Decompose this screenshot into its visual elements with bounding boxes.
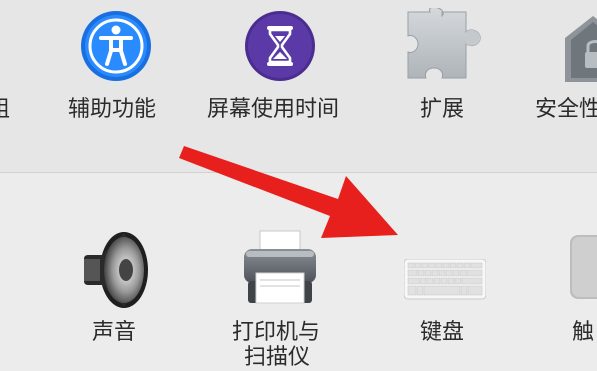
pref-users-groups[interactable]: 组 — [0, 0, 20, 172]
pref-sound-label: 声音 — [92, 320, 137, 345]
pref-trackpad-label: 触 — [572, 320, 595, 345]
pref-accessibility-label: 辅助功能 — [68, 97, 157, 122]
pref-screen-time-label: 屏幕使用时间 — [207, 97, 340, 122]
security-icon — [563, 14, 597, 84]
pref-keyboard-label: 键盘 — [420, 320, 465, 345]
pref-sound[interactable]: 声音 — [60, 173, 172, 360]
sound-icon — [78, 229, 152, 311]
pref-extensions[interactable]: 扩展 — [390, 0, 500, 172]
printer-icon — [238, 227, 322, 311]
accessibility-icon — [80, 10, 152, 82]
pref-printers-scanners[interactable]: 打印机与 扫描仪 — [220, 173, 340, 370]
pref-accessibility[interactable]: 辅助功能 — [60, 0, 172, 172]
pref-printers-label-line1: 打印机与 — [232, 320, 321, 345]
extensions-icon — [402, 8, 488, 84]
pref-security-label: 安全性 — [535, 97, 597, 122]
pref-extensions-label: 扩展 — [420, 97, 465, 122]
pref-printers-label-line2: 扫描仪 — [244, 345, 311, 370]
keyboard-icon — [404, 259, 486, 301]
pref-screen-time[interactable]: 屏幕使用时间 — [200, 0, 360, 172]
pref-trackpad[interactable]: 触 — [550, 173, 597, 360]
trackpad-icon — [570, 235, 597, 301]
pref-keyboard[interactable]: 键盘 — [390, 173, 500, 360]
preferences-row-2: 声音 打印机与 扫描仪 键盘 触 — [0, 173, 597, 370]
pref-security[interactable]: 安全性 — [535, 0, 597, 172]
screen-time-icon — [244, 10, 316, 82]
preferences-row-1: 组 辅助功能 — [0, 0, 597, 172]
pref-users-groups-label: 组 — [0, 97, 10, 123]
